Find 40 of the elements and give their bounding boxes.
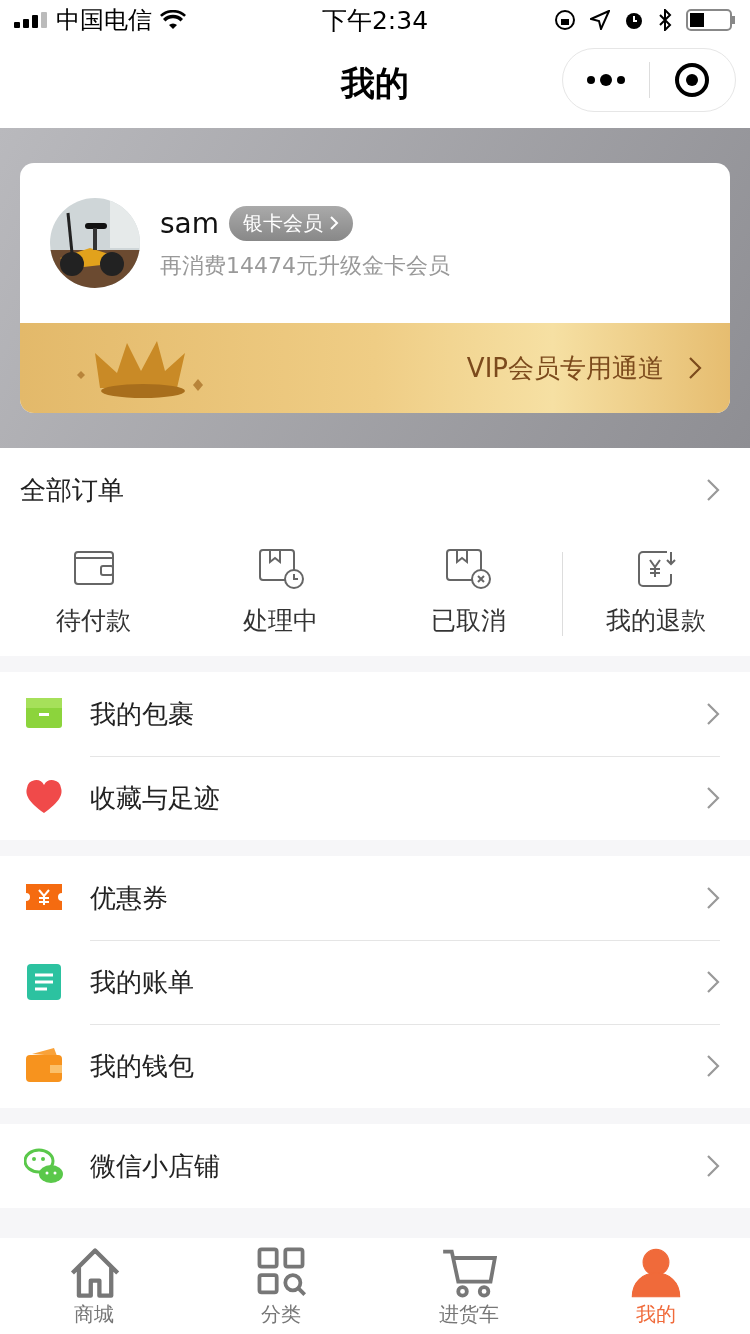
chevron-icon <box>688 356 702 380</box>
chevron-icon <box>706 970 720 994</box>
order-status-button[interactable]: 处理中 <box>187 532 375 656</box>
page-title: 我的 <box>341 62 409 105</box>
chevron-icon <box>706 1154 720 1178</box>
menu-item[interactable]: 优惠券 <box>0 856 750 940</box>
tab-item[interactable]: 进货车 <box>375 1238 563 1334</box>
order-status-button[interactable]: 待付款 <box>0 532 188 656</box>
alarm-icon <box>624 10 644 30</box>
vip-channel-link[interactable]: VIP会员专用通道 <box>466 350 702 386</box>
chevron-icon <box>706 478 720 502</box>
order-status-button[interactable]: 我的退款 <box>562 532 750 656</box>
bill-icon <box>24 962 64 1002</box>
menu-item[interactable]: 我的钱包 <box>0 1024 750 1108</box>
tab-item[interactable]: 分类 <box>187 1238 375 1334</box>
bluetooth-icon <box>658 9 672 31</box>
order-status-button[interactable]: 已取消 <box>374 532 562 656</box>
menu-item[interactable]: 我的账单 <box>0 940 750 1024</box>
upgrade-hint: 再消费14474元升级金卡会员 <box>160 251 450 280</box>
battery-icon <box>686 9 736 31</box>
chevron-icon <box>706 702 720 726</box>
signal-icon <box>14 12 48 28</box>
carrier-name: 中国电信 <box>56 5 152 36</box>
more-icon <box>585 73 626 87</box>
status-time: 下午2:34 <box>320 4 430 37</box>
target-icon <box>674 62 711 98</box>
chevron-icon <box>706 1054 720 1078</box>
chevron-icon <box>706 786 720 810</box>
location-icon <box>590 10 610 30</box>
all-orders-link[interactable]: 全部订单 <box>0 448 750 532</box>
chevron-icon <box>706 886 720 910</box>
menu-item[interactable]: 收藏与足迹 <box>0 756 750 840</box>
rotation-lock-icon <box>554 9 576 31</box>
user-name: sam <box>160 206 220 240</box>
tab-item[interactable]: 商城 <box>0 1238 188 1334</box>
menu-item[interactable]: 微信小店铺 <box>0 1124 750 1208</box>
wifi-icon <box>160 10 186 30</box>
box-cancel-icon <box>443 546 494 590</box>
wechat-icon <box>24 1146 64 1186</box>
menu-item[interactable]: 我的包裹 <box>0 672 750 756</box>
